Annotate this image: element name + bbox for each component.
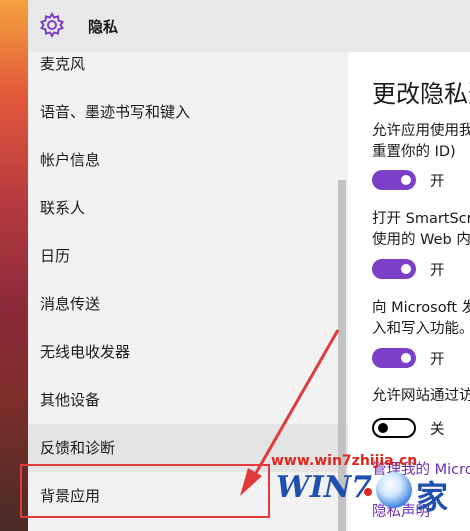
toggle-switch[interactable]	[372, 259, 416, 279]
logo-suffix: 家	[416, 478, 449, 516]
setting-description: 向 Microsoft 发	[372, 300, 470, 316]
setting-description: 重置你的 ID)	[372, 144, 456, 160]
logo-text: WIN7	[276, 470, 373, 505]
toggle-switch[interactable]	[372, 348, 416, 368]
watermark-logo: WIN7 家	[276, 470, 466, 516]
watermark-url: www.win7zhijia.cn	[271, 453, 418, 469]
setting-description: 使用的 Web 内	[372, 232, 470, 248]
toggle-switch[interactable]	[372, 418, 416, 438]
logo-dot	[364, 488, 372, 496]
toggle-state-label: 开	[430, 352, 445, 368]
toggle-state-label: 关	[430, 422, 445, 438]
toggle-switch[interactable]	[372, 170, 416, 190]
setting-description: 入和写入功能。	[372, 321, 470, 337]
section-heading: 更改隐私选	[372, 80, 470, 108]
sidebar-item-other-devices[interactable]: 其他设备	[28, 376, 348, 424]
toggle-state-label: 开	[430, 174, 445, 190]
gear-icon	[39, 12, 65, 38]
sidebar-item-account-info[interactable]: 帐户信息	[28, 136, 348, 184]
desktop-wallpaper	[0, 0, 28, 531]
sidebar-item-contacts[interactable]: 联系人	[28, 184, 348, 232]
sidebar-item-calendar[interactable]: 日历	[28, 232, 348, 280]
toggle-state-label: 开	[430, 263, 445, 279]
sidebar-item-speech-inking[interactable]: 语音、墨迹书写和键入	[28, 88, 348, 136]
setting-description: 允许网站通过访	[372, 388, 470, 404]
setting-description: 允许应用使用我	[372, 123, 470, 139]
sidebar-item-radios[interactable]: 无线电收发器	[28, 328, 348, 376]
settings-window: 隐私 麦克风 语音、墨迹书写和键入 帐户信息 联系人 日历 消息传送 无线电收发…	[28, 0, 470, 531]
highlight-box	[20, 464, 270, 518]
windows-orb-icon	[376, 472, 412, 508]
setting-description: 打开 SmartScr	[372, 211, 470, 227]
sidebar-item-microphone[interactable]: 麦克风	[28, 40, 348, 88]
page-title: 隐私	[88, 18, 119, 36]
sidebar-item-messaging[interactable]: 消息传送	[28, 280, 348, 328]
